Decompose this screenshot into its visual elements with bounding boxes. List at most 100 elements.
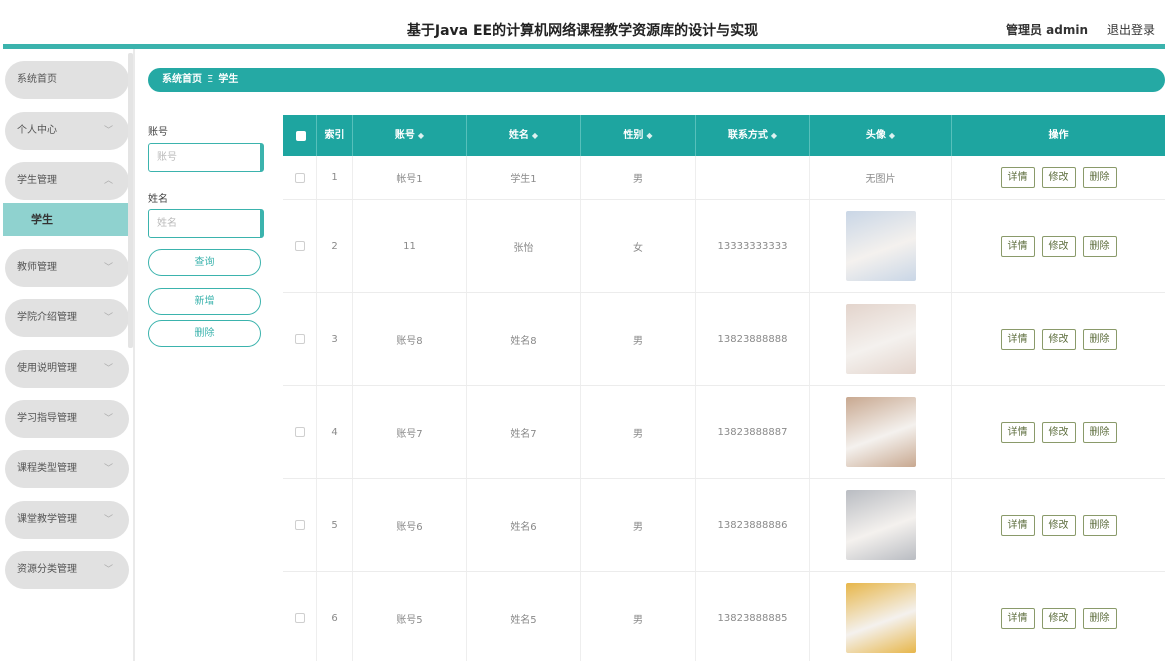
sidebar-item-label: 使用说明管理: [17, 363, 77, 374]
cell-phone: [696, 156, 810, 199]
edit-button[interactable]: 修改: [1041, 328, 1076, 350]
cell-index: 2: [317, 200, 353, 292]
sidebar-subitem-student[interactable]: 学生: [3, 203, 130, 236]
query-button[interactable]: 查询: [148, 249, 261, 276]
table-header: 索引 账号 ◆ 姓名 ◆ 性别 ◆ 联系方式 ◆ 头像 ◆ 操作: [283, 115, 1165, 156]
account-label: 账号: [148, 127, 168, 138]
delete-button[interactable]: 删除: [1082, 167, 1117, 188]
sidebar-item-course-type[interactable]: 课程类型管理 ﹀: [5, 450, 129, 488]
cell-account: 账号6: [353, 479, 467, 571]
sidebar-item-classroom-teaching[interactable]: 课堂教学管理 ﹀: [5, 501, 129, 539]
chevron-down-icon: ﹀: [103, 364, 113, 374]
edit-button[interactable]: 修改: [1041, 607, 1076, 629]
sidebar-item-college-intro[interactable]: 学院介绍管理 ﹀: [5, 299, 129, 337]
avatar-image: [845, 583, 916, 653]
delete-button[interactable]: 删除: [1082, 607, 1117, 629]
breadcrumb-separator-icon: Ξ: [207, 74, 214, 85]
avatar-image: [845, 211, 916, 281]
edit-button[interactable]: 修改: [1041, 167, 1076, 188]
cell-name: 张怡: [467, 200, 581, 292]
edit-button[interactable]: 修改: [1041, 235, 1076, 257]
header-select-all[interactable]: [283, 115, 317, 156]
sidebar-item-study-guidance[interactable]: 学习指导管理 ﹀: [5, 400, 129, 438]
avatar-image: [845, 490, 916, 560]
cell-avatar: 无图片: [810, 156, 952, 199]
table-row: 1 帐号1 学生1 男无图片 详情 修改 删除: [283, 156, 1165, 200]
cell-name: 姓名6: [467, 479, 581, 571]
cell-phone: 13823888887: [696, 386, 810, 478]
cell-name: 姓名8: [467, 293, 581, 385]
cell-gender: 女: [581, 200, 696, 292]
delete-button[interactable]: 删除: [1082, 421, 1117, 443]
delete-button[interactable]: 删除: [1082, 514, 1117, 536]
current-user: 管理员 admin: [1005, 23, 1088, 37]
row-checkbox[interactable]: [294, 613, 305, 623]
detail-button[interactable]: 详情: [1000, 235, 1035, 257]
name-input[interactable]: 姓名: [148, 209, 264, 238]
sidebar-item-label: 个人中心: [17, 125, 57, 136]
chevron-down-icon: ﹀: [103, 263, 113, 273]
chevron-down-icon: ﹀: [103, 565, 113, 575]
detail-button[interactable]: 详情: [1000, 607, 1035, 629]
sidebar-item-label: 教师管理: [17, 262, 57, 273]
detail-button[interactable]: 详情: [1000, 421, 1035, 443]
edit-button[interactable]: 修改: [1041, 514, 1076, 536]
account-input[interactable]: 账号: [148, 143, 264, 172]
sidebar-item-personal-center[interactable]: 个人中心 ﹀: [5, 112, 129, 150]
cell-operations: 详情 修改 删除: [952, 293, 1165, 385]
sidebar-item-label: 课堂教学管理: [17, 514, 77, 525]
cell-select: [283, 479, 317, 571]
edit-button[interactable]: 修改: [1041, 421, 1076, 443]
delete-button[interactable]: 删除: [1082, 328, 1117, 350]
delete-button[interactable]: 删除: [1082, 235, 1117, 257]
cell-account: 账号5: [353, 572, 467, 661]
row-checkbox[interactable]: [294, 334, 305, 344]
row-checkbox[interactable]: [294, 520, 305, 530]
cell-gender: 男: [581, 479, 696, 571]
cell-phone: 13823888885: [696, 572, 810, 661]
select-all-checkbox[interactable]: [296, 131, 306, 141]
sidebar-item-resource-category[interactable]: 资源分类管理 ﹀: [5, 551, 129, 589]
sort-icon: ◆: [770, 131, 778, 140]
cell-name: 学生1: [467, 156, 581, 199]
table-row: 3 账号8 姓名8 男 13823888888 详情 修改 删除: [283, 293, 1165, 386]
cell-name: 姓名7: [467, 386, 581, 478]
cell-gender: 男: [581, 386, 696, 478]
chevron-up-icon: ︿: [103, 176, 113, 186]
detail-button[interactable]: 详情: [1000, 167, 1035, 188]
batch-delete-button[interactable]: 删除: [148, 320, 261, 347]
row-checkbox[interactable]: [294, 172, 305, 183]
column-phone[interactable]: 联系方式 ◆: [696, 115, 810, 156]
add-button[interactable]: 新增: [148, 288, 261, 315]
breadcrumb-home[interactable]: 系统首页: [162, 74, 202, 85]
row-checkbox[interactable]: [294, 241, 305, 251]
sort-icon: ◆: [417, 131, 425, 140]
detail-button[interactable]: 详情: [1000, 328, 1035, 350]
sidebar-item-teacher-management[interactable]: 教师管理 ﹀: [5, 249, 129, 287]
sidebar-item-label: 课程类型管理: [17, 463, 77, 474]
cell-select: [283, 293, 317, 385]
row-checkbox[interactable]: [294, 427, 305, 437]
column-gender[interactable]: 性别 ◆: [581, 115, 696, 156]
cell-avatar: [810, 479, 952, 571]
top-header: 基于Java EE的计算机网络课程教学资源库的设计与实现 管理员 admin 退…: [0, 0, 1165, 44]
cell-phone: 13333333333: [696, 200, 810, 292]
cell-avatar: [810, 293, 952, 385]
sidebar-item-label: 学生管理: [17, 175, 57, 186]
sidebar-item-usage-guide[interactable]: 使用说明管理 ﹀: [5, 350, 129, 388]
logout-link[interactable]: 退出登录: [1107, 21, 1155, 38]
sidebar-item-student-management[interactable]: 学生管理 ︿: [5, 162, 129, 200]
column-account[interactable]: 账号 ◆: [353, 115, 467, 156]
cell-select: [283, 200, 317, 292]
column-name[interactable]: 姓名 ◆: [467, 115, 581, 156]
cell-phone: 13823888886: [696, 479, 810, 571]
sidebar-item-home[interactable]: 系统首页: [5, 61, 129, 99]
cell-index: 4: [317, 386, 353, 478]
column-operations: 操作: [1048, 130, 1069, 141]
sidebar-item-label: 学院介绍管理: [17, 312, 77, 323]
breadcrumb-current: 学生: [218, 74, 239, 85]
column-avatar[interactable]: 头像 ◆: [810, 115, 952, 156]
cell-gender: 男: [581, 156, 696, 199]
detail-button[interactable]: 详情: [1000, 514, 1035, 536]
app-title: 基于Java EE的计算机网络课程教学资源库的设计与实现: [406, 23, 759, 39]
